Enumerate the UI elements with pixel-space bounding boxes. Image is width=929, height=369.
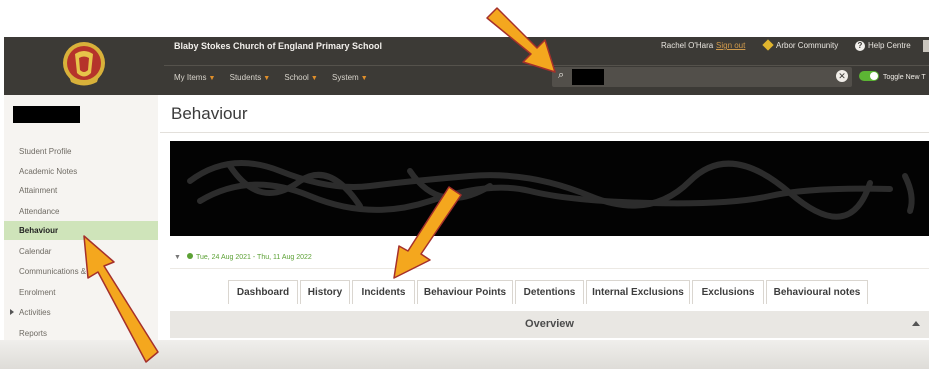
community-icon	[762, 39, 774, 51]
overview-label: Overview	[525, 318, 574, 330]
toggle-switch[interactable]	[859, 71, 879, 81]
expand-triangle-icon	[10, 309, 14, 315]
arbor-community-link[interactable]: Arbor Community	[762, 39, 839, 51]
title-divider	[160, 132, 929, 133]
sidebar-item-calendar[interactable]: Calendar	[4, 242, 158, 261]
collapse-up-icon[interactable]	[912, 321, 920, 326]
tab-detentions[interactable]: Detentions	[515, 280, 584, 304]
help-label: Help Centre	[868, 41, 911, 50]
main-nav: My Items ▼ Students ▼ School ▼ System ▼	[174, 73, 380, 82]
help-icon: ?	[855, 41, 865, 51]
sidebar-item-behaviour[interactable]: Behaviour	[4, 221, 158, 240]
nav-school-label: School	[284, 73, 309, 82]
sidebar-item-activities[interactable]: Activities	[4, 303, 158, 322]
nav-system-label: System	[332, 73, 359, 82]
scribble-overlay	[187, 160, 915, 220]
filter-divider	[170, 268, 929, 269]
chevron-down-icon: ▼	[310, 75, 318, 82]
sidebar-item-academic-notes[interactable]: Academic Notes	[4, 162, 158, 181]
nav-students[interactable]: Students ▼	[230, 73, 271, 82]
toggle-label: Toggle New T	[883, 74, 926, 81]
nav-school[interactable]: School ▼	[284, 73, 317, 82]
search-input[interactable]: ⌕ ✕	[552, 67, 852, 87]
sidebar-item-activities-label: Activities	[19, 308, 51, 317]
tab-dashboard[interactable]: Dashboard	[228, 280, 298, 304]
filter-icon[interactable]: ▼	[174, 254, 181, 261]
nav-my-items[interactable]: My Items ▼	[174, 73, 215, 82]
tab-internal-exclusions[interactable]: Internal Exclusions	[586, 280, 690, 304]
header-divider	[164, 65, 929, 66]
tab-exclusions[interactable]: Exclusions	[692, 280, 764, 304]
date-filter[interactable]: ▼ Tue, 24 Aug 2021 - Thu, 11 Aug 2022	[174, 253, 312, 261]
chevron-down-icon: ▼	[263, 75, 271, 82]
community-label: Arbor Community	[776, 41, 839, 50]
tab-history[interactable]: History	[300, 280, 350, 304]
sidebar: Student Profile Academic Notes Attainmen…	[4, 95, 158, 349]
nav-my-items-label: My Items	[174, 73, 207, 82]
clear-icon[interactable]: ✕	[836, 70, 848, 82]
chevron-down-icon: ▼	[208, 75, 216, 82]
sidebar-item-attainment[interactable]: Attainment	[4, 181, 158, 200]
app-frame: Blaby Stokes Church of England Primary S…	[0, 0, 929, 369]
redacted-banner	[170, 141, 929, 236]
header-edge-button[interactable]	[923, 40, 929, 52]
search-query-redacted	[572, 69, 604, 85]
page-title: Behaviour	[171, 104, 248, 123]
school-name: Blaby Stokes Church of England Primary S…	[174, 41, 383, 51]
chevron-down-icon: ▼	[360, 75, 368, 82]
sidebar-item-student-profile[interactable]: Student Profile	[4, 142, 158, 161]
top-header: Blaby Stokes Church of England Primary S…	[4, 37, 929, 95]
overview-section-header[interactable]: Overview	[170, 311, 929, 338]
school-crest-logo[interactable]	[61, 40, 107, 90]
nav-students-label: Students	[229, 73, 262, 82]
toggle-new-tabs[interactable]: Toggle New T	[859, 71, 926, 81]
student-name-redacted	[13, 106, 80, 123]
bottom-fade	[0, 340, 929, 369]
tab-behavioural-notes[interactable]: Behavioural notes	[766, 280, 868, 304]
nav-system[interactable]: System ▼	[332, 73, 368, 82]
search-icon: ⌕	[558, 69, 565, 81]
user-name: Rachel O'Hara	[661, 41, 714, 50]
sign-out-link[interactable]: Sign out	[716, 41, 745, 50]
help-centre-link[interactable]: ? Help Centre	[855, 41, 911, 51]
sidebar-item-attendance[interactable]: Attendance	[4, 202, 158, 221]
sidebar-item-enrolment[interactable]: Enrolment	[4, 283, 158, 302]
date-range-dot-icon	[186, 253, 193, 259]
date-range-text: Tue, 24 Aug 2021 - Thu, 11 Aug 2022	[195, 254, 312, 261]
tab-behaviour-points[interactable]: Behaviour Points	[417, 280, 513, 304]
tab-incidents[interactable]: Incidents	[352, 280, 415, 304]
sidebar-item-communications[interactable]: Communications &	[4, 262, 158, 281]
